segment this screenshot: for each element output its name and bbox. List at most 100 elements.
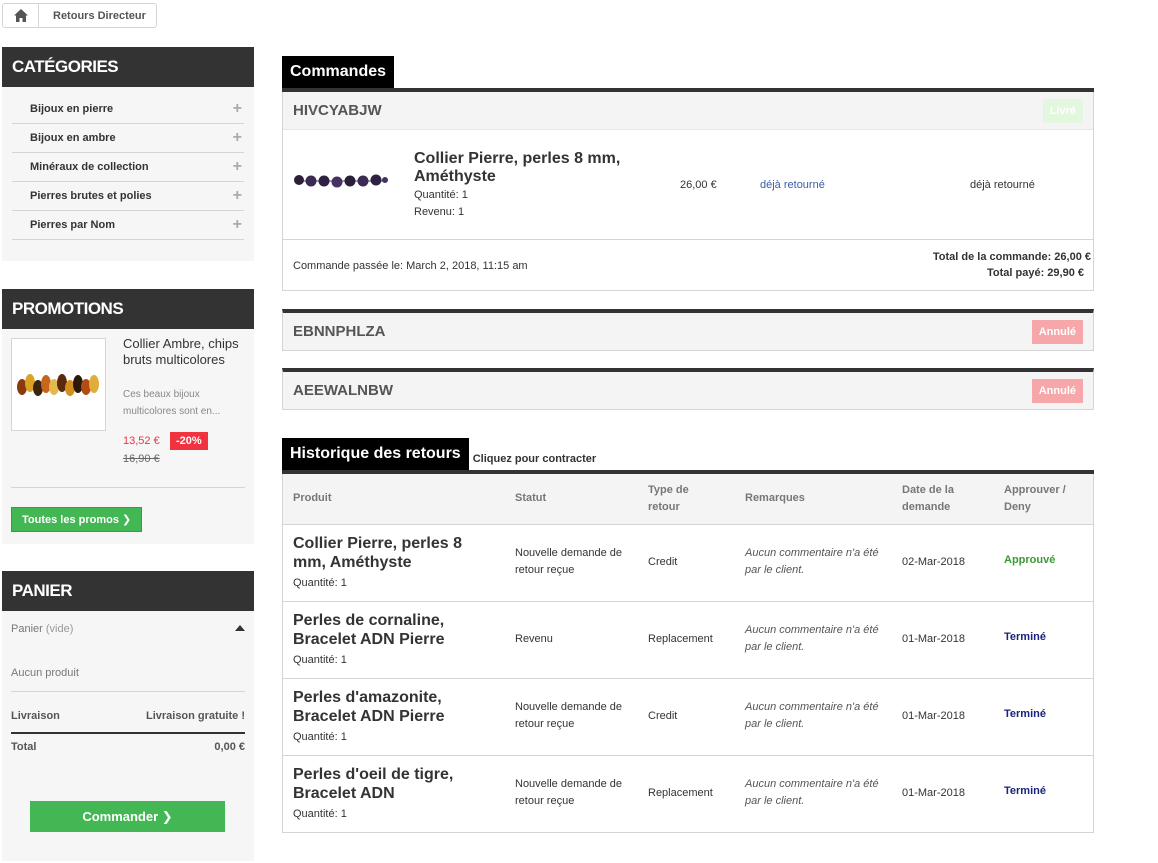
table-row: Perles d'amazonite, Bracelet ADN Pierre … bbox=[283, 678, 1093, 755]
promo-old-price: 16,90 € bbox=[123, 453, 160, 465]
return-status: Nouvelle demande de retour reçue bbox=[515, 701, 623, 730]
cart-empty-note: (vide) bbox=[45, 623, 74, 635]
discount-badge: -20% bbox=[170, 432, 208, 450]
plus-icon[interactable]: + bbox=[233, 216, 242, 234]
return-type: Credit bbox=[648, 710, 678, 722]
home-icon bbox=[13, 9, 28, 22]
order-reference: AEEWALNBW bbox=[293, 382, 393, 399]
column-date: Date de la demande bbox=[902, 484, 954, 513]
promo-product-name[interactable]: Collier Ambre, chips bruts multicolores bbox=[123, 336, 248, 368]
order-item: Collier Pierre, perles 8 mm, Améthyste Q… bbox=[283, 129, 1093, 239]
return-date: 01-Mar-2018 bbox=[902, 787, 965, 799]
promo-product-image[interactable] bbox=[11, 338, 106, 431]
order-reference: HIVCYABJW bbox=[293, 102, 382, 119]
return-date: 01-Mar-2018 bbox=[902, 633, 965, 645]
order-placed-date: Commande passée le: March 2, 2018, 11:15… bbox=[293, 260, 528, 272]
category-item-mineraux[interactable]: Minéraux de collection + bbox=[12, 153, 244, 182]
table-row: Perles de cornaline, Bracelet ADN Pierre… bbox=[283, 601, 1093, 678]
return-status: Nouvelle demande de retour reçue bbox=[515, 547, 623, 576]
return-status: Nouvelle demande de retour reçue bbox=[515, 778, 623, 807]
category-item-pierres-nom[interactable]: Pierres par Nom + bbox=[12, 211, 244, 240]
order-item-return-status: déjà retourné bbox=[970, 179, 1035, 191]
divider bbox=[11, 487, 245, 488]
category-label: Pierres brutes et polies bbox=[30, 190, 152, 202]
breadcrumb-current: Retours Directeur bbox=[53, 9, 146, 22]
return-date: 02-Mar-2018 bbox=[902, 556, 965, 568]
return-type: Replacement bbox=[648, 633, 713, 645]
column-status: Statut bbox=[515, 492, 547, 504]
plus-icon[interactable]: + bbox=[233, 100, 242, 118]
breadcrumb-home[interactable] bbox=[3, 4, 39, 27]
order-header[interactable]: AEEWALNBW Annulé bbox=[283, 372, 1093, 409]
return-decision: Terminé bbox=[1004, 785, 1046, 797]
returns-header: Historique des retours Cliquez pour cont… bbox=[282, 438, 1094, 474]
return-remarks: Aucun commentaire n'a été par le client. bbox=[745, 624, 879, 653]
categories-block: Catégories Bijoux en pierre + Bijoux en … bbox=[2, 47, 254, 261]
return-product-name: Perles d'oeil de tigre, Bracelet ADN bbox=[293, 766, 454, 802]
status-badge: Annulé bbox=[1031, 319, 1083, 344]
categories-title: Catégories bbox=[2, 47, 254, 87]
cart-no-product: Aucun produit bbox=[11, 667, 79, 679]
caret-up-icon[interactable] bbox=[235, 625, 245, 631]
returns-section: Historique des retours Cliquez pour cont… bbox=[282, 438, 1094, 833]
breadcrumb: Retours Directeur bbox=[2, 3, 157, 28]
cart-summary[interactable]: Panier (vide) bbox=[11, 623, 245, 635]
return-remarks: Aucun commentaire n'a été par le client. bbox=[745, 701, 879, 730]
return-product-quantity: Quantité: 1 bbox=[293, 808, 347, 820]
divider bbox=[11, 691, 245, 692]
amber-necklace-image bbox=[16, 373, 99, 396]
category-item-bijoux-ambre[interactable]: Bijoux en ambre + bbox=[12, 124, 244, 153]
plus-icon[interactable]: + bbox=[233, 187, 242, 205]
order-item-quantity: Quantité: 1 bbox=[414, 189, 468, 201]
order-header[interactable]: HIVCYABJW Livré bbox=[283, 92, 1093, 129]
category-item-bijoux-pierre[interactable]: Bijoux en pierre + bbox=[12, 95, 244, 124]
order-card: HIVCYABJW Livré Collier Pierre, perles 8… bbox=[282, 92, 1094, 291]
total-row: Total 0,00 € bbox=[11, 741, 245, 753]
category-label: Pierres par Nom bbox=[30, 219, 115, 231]
order-card: AEEWALNBW Annulé bbox=[282, 368, 1094, 410]
plus-icon[interactable]: + bbox=[233, 129, 242, 147]
amethyst-necklace-image bbox=[294, 174, 388, 188]
table-header: Produit Statut Type de retour Remarques … bbox=[283, 474, 1093, 524]
return-status: Revenu bbox=[515, 633, 553, 645]
category-label: Minéraux de collection bbox=[30, 161, 149, 173]
return-decision: Terminé bbox=[1004, 631, 1046, 643]
all-promos-button[interactable]: Toutes les promos ❯ bbox=[11, 507, 143, 532]
orders-title: Commandes bbox=[282, 56, 395, 88]
status-badge: Livré bbox=[1042, 98, 1083, 123]
order-paid-total: Total payé: 29,90 € bbox=[986, 267, 1084, 279]
collapse-toggle[interactable]: Cliquez pour contracter bbox=[473, 453, 596, 465]
column-type: Type de retour bbox=[648, 484, 689, 513]
order-item-name[interactable]: Collier Pierre, perles 8 mm, Améthyste bbox=[414, 150, 654, 186]
return-remarks: Aucun commentaire n'a été par le client. bbox=[745, 778, 879, 807]
shipping-value: Livraison gratuite ! bbox=[145, 710, 245, 722]
divider bbox=[11, 732, 245, 734]
already-returned-link[interactable]: déjà retourné bbox=[760, 179, 825, 191]
category-label: Bijoux en pierre bbox=[30, 103, 114, 115]
return-product-quantity: Quantité: 1 bbox=[293, 577, 347, 589]
order-item-revenue: Revenu: 1 bbox=[414, 206, 465, 218]
cart-title: Panier bbox=[2, 571, 254, 611]
promo-product-description: Ces beaux bijoux multicolores sont en... bbox=[123, 389, 221, 417]
return-date: 01-Mar-2018 bbox=[902, 710, 965, 722]
checkout-button[interactable]: Commander ❯ bbox=[30, 801, 225, 832]
status-badge: Annulé bbox=[1031, 378, 1083, 403]
return-product-quantity: Quantité: 1 bbox=[293, 731, 347, 743]
table-row: Collier Pierre, perles 8 mm, Améthyste Q… bbox=[283, 524, 1093, 601]
shipping-row: Livraison Livraison gratuite ! bbox=[11, 710, 245, 722]
total-label: Total bbox=[11, 741, 37, 753]
returns-table: Produit Statut Type de retour Remarques … bbox=[282, 474, 1094, 833]
plus-icon[interactable]: + bbox=[233, 158, 242, 176]
orders-section: Commandes HIVCYABJW Livré Collier Pierre… bbox=[282, 56, 1094, 410]
column-approve: Approuver / Deny bbox=[1004, 484, 1066, 513]
return-product-name: Perles de cornaline, Bracelet ADN Pierre bbox=[293, 612, 445, 648]
promotions-block: Promotions Collier Ambre, chips bruts mu… bbox=[2, 289, 254, 544]
category-item-pierres-brutes[interactable]: Pierres brutes et polies + bbox=[12, 182, 244, 211]
order-total: Total de la commande: 26,00 € bbox=[932, 251, 1091, 263]
category-label: Bijoux en ambre bbox=[30, 132, 116, 144]
return-decision: Terminé bbox=[1004, 708, 1046, 720]
column-remarks: Remarques bbox=[745, 492, 805, 504]
return-remarks: Aucun commentaire n'a été par le client. bbox=[745, 547, 879, 576]
order-header[interactable]: EBNNPHLZA Annulé bbox=[283, 313, 1093, 350]
cart-block: Panier Panier (vide) Aucun produit Livra… bbox=[2, 571, 254, 861]
